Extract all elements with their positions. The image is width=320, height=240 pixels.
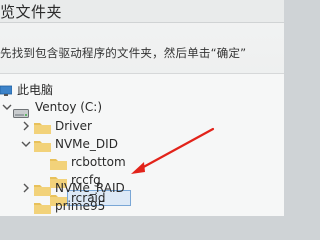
tree-item-label: NVMe_DID [55, 137, 118, 151]
tree-item-nvme-did[interactable]: NVMe_DID [0, 136, 160, 153]
window-title: 览文件夹 [0, 3, 63, 21]
folder-icon [34, 181, 51, 196]
folder-icon [50, 155, 67, 170]
chevron-right-icon[interactable] [21, 183, 31, 193]
folder-icon [34, 137, 51, 152]
chevron-down-icon[interactable] [2, 102, 12, 112]
browse-folder-dialog: 览文件夹 先找到包含驱动程序的文件夹，然后单击“确定” 此电脑 Ventoy (… [0, 0, 284, 216]
tree-item-label: Ventoy (C:) [35, 100, 103, 114]
tree-item-rcbottom[interactable]: rcbottom [0, 154, 180, 171]
chevron-down-icon[interactable] [21, 139, 31, 149]
tree-item-label: prime95 [55, 199, 106, 213]
tree-item-driver[interactable]: Driver [0, 118, 140, 135]
folder-icon [34, 119, 51, 134]
tree-item-ventoy-drive[interactable]: Ventoy (C:) [0, 99, 140, 118]
tree-item-label: rcbottom [71, 155, 126, 169]
tree-item-prime95[interactable]: prime95 [0, 198, 170, 215]
tree-item-label: NVMe_RAID [55, 181, 125, 195]
tree-item-label: Driver [55, 119, 92, 133]
chevron-right-icon[interactable] [21, 121, 31, 131]
folder-icon [34, 199, 51, 214]
instruction-text: 先找到包含驱动程序的文件夹，然后单击“确定” [0, 46, 247, 60]
tree-item-this-pc[interactable]: 此电脑 [0, 80, 120, 97]
title-bar: 览文件夹 [0, 0, 284, 23]
tree-item-nvme-raid[interactable]: NVMe_RAID [0, 180, 170, 197]
tree-item-label: 此电脑 [17, 83, 54, 97]
